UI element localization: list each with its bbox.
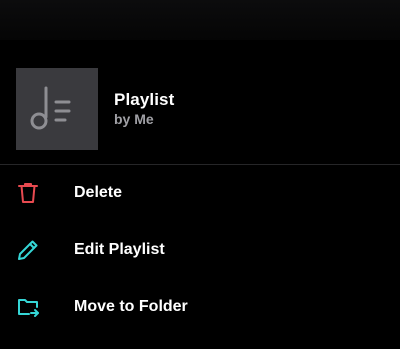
playlist-context-menu: Playlist by Me Delete Edit Playlist Move… — [0, 0, 400, 349]
move-to-folder-menu-item[interactable]: Move to Folder — [0, 279, 400, 336]
playlist-title: Playlist — [114, 90, 175, 109]
move-to-folder-label: Move to Folder — [74, 298, 188, 315]
edit-playlist-menu-item[interactable]: Edit Playlist — [0, 222, 400, 279]
playlist-header: Playlist by Me — [0, 40, 400, 164]
trash-icon — [16, 181, 40, 205]
status-bar-area — [0, 0, 400, 40]
playlist-title-block: Playlist by Me — [114, 90, 174, 127]
playlist-artwork — [16, 68, 98, 150]
playlist-note-icon — [30, 86, 71, 130]
edit-playlist-label: Edit Playlist — [74, 241, 165, 258]
delete-label: Delete — [74, 184, 123, 201]
pencil-icon — [16, 238, 40, 262]
folder-move-icon — [16, 295, 40, 319]
playlist-owner: by Me — [114, 111, 154, 127]
delete-menu-item[interactable]: Delete — [0, 165, 400, 222]
